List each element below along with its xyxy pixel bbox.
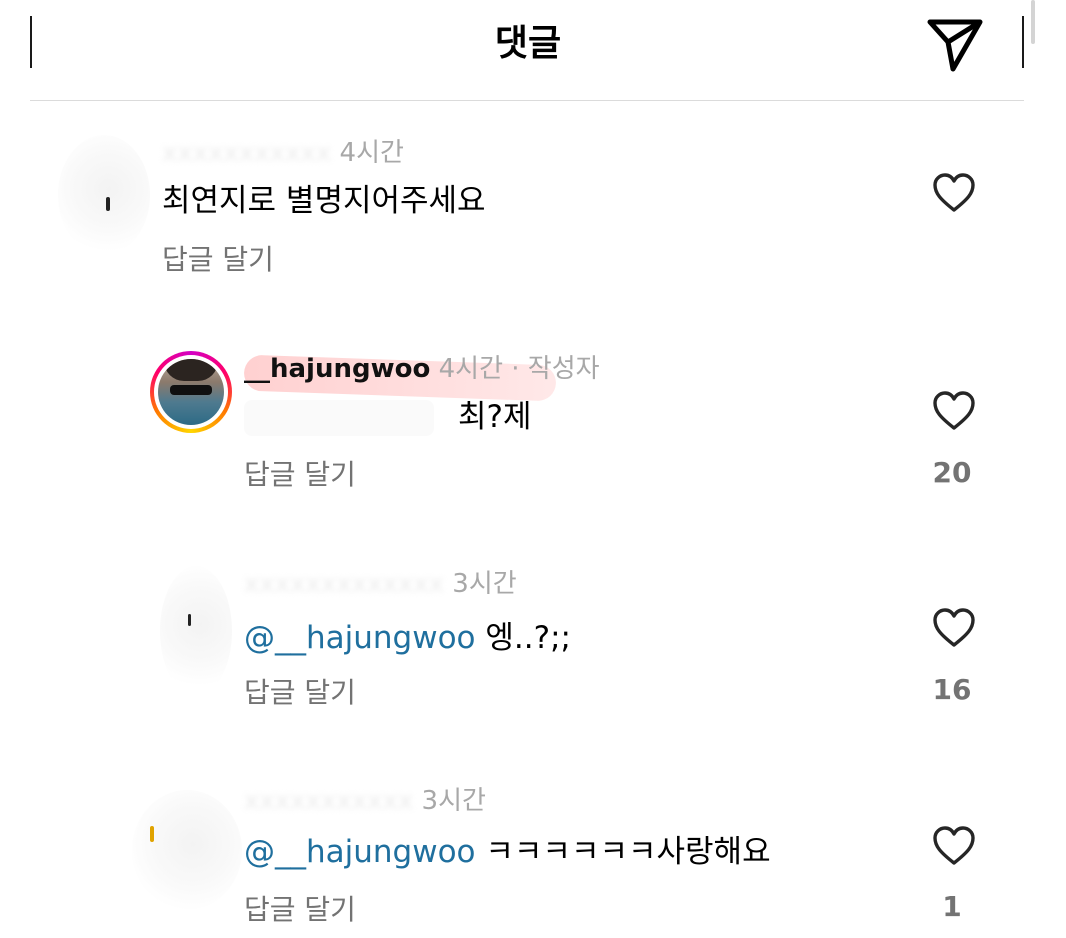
redacted-area <box>244 400 434 436</box>
avatar-blur-mark <box>188 614 191 626</box>
comment-meta: xxxxxxxxxxx 4시간 <box>162 137 404 169</box>
paper-plane-icon[interactable] <box>924 14 986 76</box>
author-tag: · 작성자 <box>511 354 600 384</box>
comment-text: @__hajungwoo ㅋㅋㅋㅋㅋㅋ사랑해요 <box>244 832 771 872</box>
heart-outline-icon[interactable] <box>932 391 976 431</box>
avatar-blur-mark <box>150 826 154 842</box>
comment-time: 3시간 <box>452 569 517 599</box>
comment-body: 엥..?;; <box>485 620 571 656</box>
comments-header: 댓글 <box>0 0 1066 100</box>
heart-outline-icon[interactable] <box>932 173 976 213</box>
header-divider <box>30 100 1024 101</box>
comment-time: 4시간 <box>438 354 503 384</box>
avatar-sunglasses <box>170 385 212 395</box>
heart-outline-icon[interactable] <box>932 826 976 866</box>
username-redacted[interactable]: xxxxxxxxxxx <box>162 138 340 168</box>
username-redacted[interactable]: xxxxxxxxxxx <box>244 786 422 816</box>
avatar-hair <box>164 359 218 381</box>
comment-meta: xxxxxxxxxxx 3시간 <box>244 785 486 817</box>
mention-link[interactable]: @__hajungwoo <box>244 834 476 870</box>
comment-text: 최?제 <box>458 399 532 435</box>
comment-body: ㅋㅋㅋㅋㅋㅋ사랑해요 <box>485 834 771 870</box>
avatar-story-ring[interactable] <box>150 351 232 433</box>
heart-outline-icon[interactable] <box>932 608 976 648</box>
avatar[interactable] <box>132 790 242 910</box>
comment-time: 3시간 <box>421 786 486 816</box>
page-title: 댓글 <box>494 23 562 64</box>
avatar-blur-mark <box>106 197 110 211</box>
mention-link[interactable]: @__hajungwoo <box>244 620 476 656</box>
username-redacted[interactable]: xxxxxxxxxxxxx <box>244 569 452 599</box>
comment-meta: __hajungwoo 4시간 · 작성자 <box>244 353 600 385</box>
username-link[interactable]: __hajungwoo <box>244 354 430 384</box>
avatar[interactable] <box>58 135 150 255</box>
reply-button[interactable]: 답글 달기 <box>244 676 356 710</box>
like-count: 16 <box>932 673 972 706</box>
reply-button[interactable]: 답글 달기 <box>162 243 274 277</box>
reply-button[interactable]: 답글 달기 <box>244 893 356 927</box>
reply-button[interactable]: 답글 달기 <box>244 458 356 492</box>
comment-text: 최연지로 별명지어주세요 <box>162 183 486 219</box>
avatar <box>158 359 224 425</box>
comment-text: @__hajungwoo 엥..?;; <box>244 618 571 658</box>
like-count: 20 <box>932 456 972 489</box>
avatar[interactable] <box>160 566 232 696</box>
comment-time: 4시간 <box>339 138 404 168</box>
comment-meta: xxxxxxxxxxxxx 3시간 <box>244 568 517 600</box>
like-count: 1 <box>942 890 962 923</box>
